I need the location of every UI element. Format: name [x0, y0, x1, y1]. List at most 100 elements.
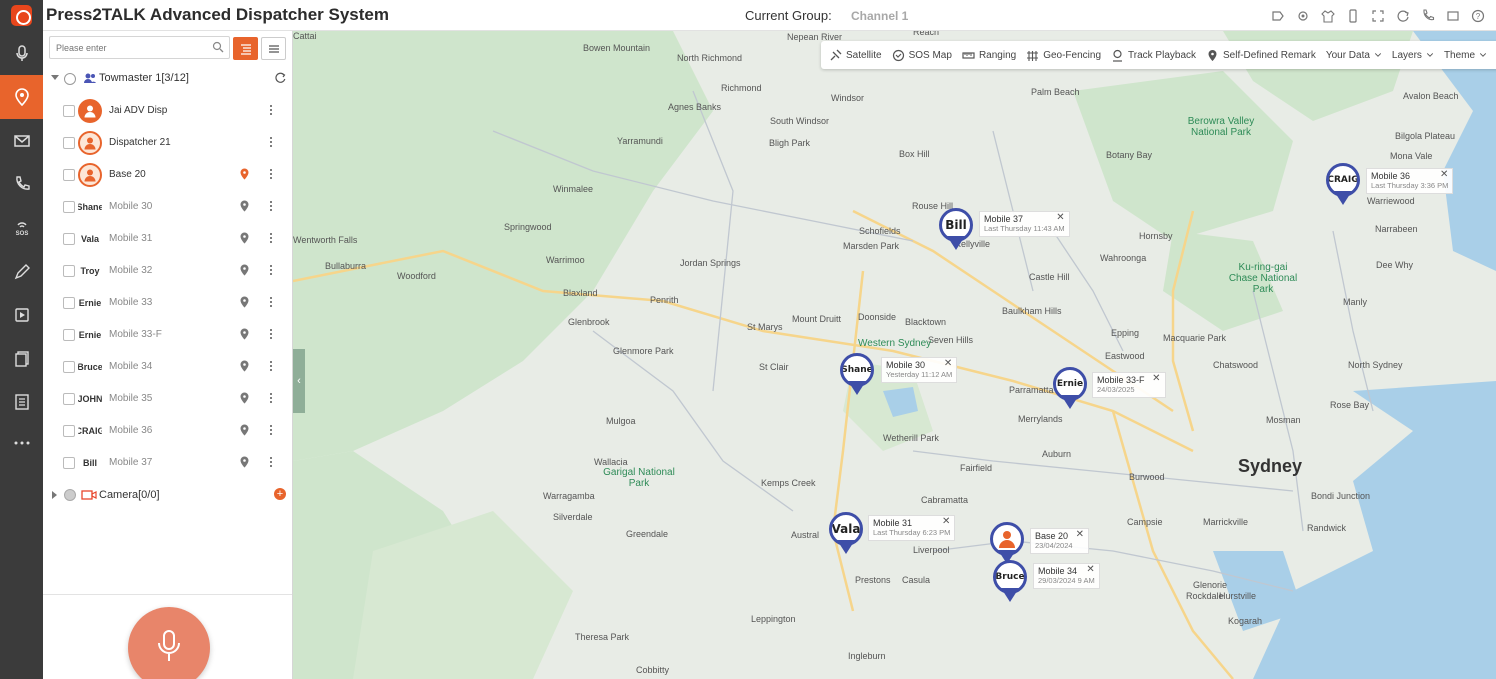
location-pin-icon[interactable]: [240, 424, 249, 436]
location-pin-icon[interactable]: [240, 168, 249, 180]
search-input[interactable]: [50, 37, 200, 58]
close-icon[interactable]: ✕: [1152, 374, 1160, 384]
expand-caret-icon[interactable]: [52, 491, 57, 499]
close-icon[interactable]: ✕: [942, 517, 950, 527]
ranging-button[interactable]: Ranging: [962, 49, 1016, 62]
member-row[interactable]: Ernie Mobile 33: [43, 287, 293, 319]
member-checkbox[interactable]: [63, 393, 75, 405]
rail-messages-button[interactable]: [0, 119, 43, 163]
marker-callout[interactable]: Mobile 36 Last Thursday 3:36 PM ✕: [1366, 168, 1454, 194]
close-icon[interactable]: ✕: [1076, 530, 1084, 540]
rail-calls-button[interactable]: [0, 162, 43, 206]
member-row[interactable]: Bill Mobile 37: [43, 447, 293, 479]
close-icon[interactable]: ✕: [1056, 213, 1064, 223]
location-pin-icon[interactable]: [240, 392, 249, 404]
refresh-icon[interactable]: [1395, 8, 1411, 24]
member-row[interactable]: Shane Mobile 30: [43, 191, 293, 223]
list-view-button[interactable]: [261, 37, 286, 60]
location-pin-icon[interactable]: [240, 328, 249, 340]
search-icon[interactable]: [212, 41, 224, 53]
more-options-icon[interactable]: [269, 137, 273, 147]
rail-sos-button[interactable]: SOS: [0, 206, 43, 250]
layers-dropdown[interactable]: Layers: [1392, 50, 1434, 61]
more-options-icon[interactable]: [269, 265, 273, 275]
location-pin-icon[interactable]: [240, 296, 249, 308]
your-data-dropdown[interactable]: Your Data: [1326, 50, 1382, 61]
more-options-icon[interactable]: [269, 201, 273, 211]
marker-callout[interactable]: Mobile 33-F 24/03/2025 ✕: [1092, 372, 1166, 398]
member-row[interactable]: Bruce Mobile 34: [43, 351, 293, 383]
marker-callout[interactable]: Mobile 37 Last Thursday 11:43 AM ✕: [979, 211, 1070, 237]
close-icon[interactable]: ✕: [1440, 170, 1448, 180]
more-options-icon[interactable]: [269, 297, 273, 307]
more-options-icon[interactable]: [269, 425, 273, 435]
map-marker[interactable]: Shane: [840, 353, 876, 397]
map-view[interactable]: Sydney Bowen Mountain North Richmond Richmo…: [293, 31, 1496, 679]
marker-callout[interactable]: Base 20 23/04/2024 ✕: [1030, 528, 1090, 554]
help-icon[interactable]: ?: [1470, 8, 1486, 24]
camera-radio[interactable]: [64, 489, 76, 501]
member-checkbox[interactable]: [63, 361, 75, 373]
location-pin-icon[interactable]: [240, 232, 249, 244]
marker-callout[interactable]: Mobile 31 Last Thursday 6:23 PM ✕: [868, 515, 956, 541]
marker-callout[interactable]: Mobile 34 29/03/2024 9 AM ✕: [1033, 563, 1100, 589]
more-options-icon[interactable]: [269, 169, 273, 179]
member-row[interactable]: Base 20: [43, 159, 293, 191]
location-pin-icon[interactable]: [240, 264, 249, 276]
location-pin-icon[interactable]: [240, 360, 249, 372]
fullscreen-icon[interactable]: [1370, 8, 1386, 24]
push-to-talk-button[interactable]: [128, 607, 210, 679]
current-group-value[interactable]: Channel 1: [851, 9, 908, 23]
member-row[interactable]: Ernie Mobile 33-F: [43, 319, 293, 351]
expand-caret-icon[interactable]: [51, 75, 59, 80]
member-row[interactable]: Dispatcher 21: [43, 127, 293, 159]
member-row[interactable]: CRAIG Mobile 36: [43, 415, 293, 447]
member-checkbox[interactable]: [63, 137, 75, 149]
tag-icon[interactable]: [1270, 8, 1286, 24]
tree-view-button[interactable]: [233, 37, 258, 60]
more-options-icon[interactable]: [269, 233, 273, 243]
more-options-icon[interactable]: [269, 361, 273, 371]
location-pin-icon[interactable]: [240, 200, 249, 212]
theme-dropdown[interactable]: Theme: [1444, 50, 1487, 61]
more-options-icon[interactable]: [269, 329, 273, 339]
member-checkbox[interactable]: [63, 233, 75, 245]
rail-geofence-button[interactable]: [0, 250, 43, 294]
map-marker[interactable]: Ernie: [1053, 367, 1089, 411]
rail-map-button[interactable]: [0, 75, 43, 119]
member-checkbox[interactable]: [63, 297, 75, 309]
member-row[interactable]: Troy Mobile 32: [43, 255, 293, 287]
more-options-icon[interactable]: [269, 457, 273, 467]
map-marker[interactable]: CRAIG: [1326, 163, 1362, 207]
member-checkbox[interactable]: [63, 265, 75, 277]
member-checkbox[interactable]: [63, 425, 75, 437]
close-icon[interactable]: ✕: [944, 359, 952, 369]
satellite-button[interactable]: Satellite: [829, 49, 882, 62]
rail-documents-button[interactable]: [0, 337, 43, 381]
geo-fencing-button[interactable]: Geo-Fencing: [1026, 49, 1101, 62]
more-options-icon[interactable]: [269, 393, 273, 403]
member-row[interactable]: Vala Mobile 31: [43, 223, 293, 255]
rail-voice-button[interactable]: [0, 31, 43, 75]
member-row[interactable]: JOHN Mobile 35: [43, 383, 293, 415]
group-radio[interactable]: [64, 73, 76, 85]
rail-reports-button[interactable]: [0, 380, 43, 424]
rail-video-button[interactable]: [0, 293, 43, 337]
map-marker[interactable]: Vala: [829, 512, 865, 556]
camera-group-row[interactable]: Camera[0/0] +: [43, 486, 293, 506]
mobile-icon[interactable]: [1345, 8, 1361, 24]
member-row[interactable]: Jai ADV Disp: [43, 95, 293, 127]
member-checkbox[interactable]: [63, 201, 75, 213]
marker-callout[interactable]: Mobile 30 Yesterday 11:12 AM ✕: [881, 357, 958, 383]
map-marker[interactable]: Bill: [939, 208, 975, 252]
more-options-icon[interactable]: [269, 105, 273, 115]
member-checkbox[interactable]: [63, 105, 75, 117]
rail-more-button[interactable]: [0, 421, 43, 465]
sos-map-button[interactable]: SOS Map: [892, 49, 952, 62]
close-icon[interactable]: ✕: [1086, 565, 1094, 575]
member-checkbox[interactable]: [63, 329, 75, 341]
shirt-icon[interactable]: [1320, 8, 1336, 24]
settings-icon[interactable]: [1295, 8, 1311, 24]
member-checkbox[interactable]: [63, 169, 75, 181]
group-row[interactable]: Towmaster 1[3/12]: [43, 69, 293, 89]
